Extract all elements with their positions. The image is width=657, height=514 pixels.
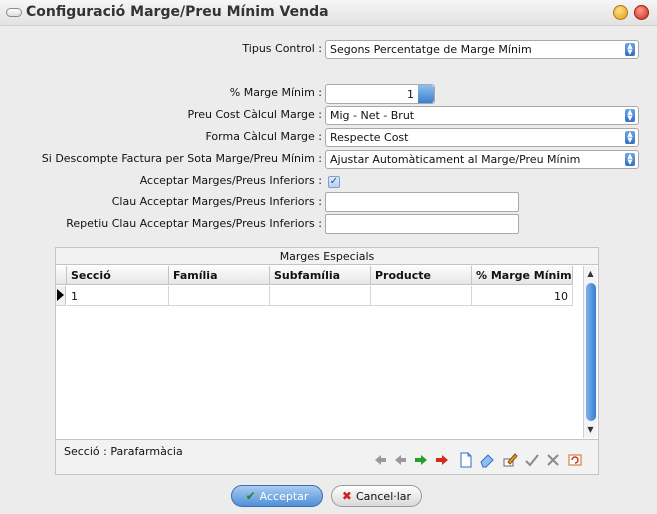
refresh-icon[interactable] <box>566 451 584 469</box>
window-title: Configuració Marge/Preu Mínim Venda <box>26 4 329 20</box>
forma-calcul-select[interactable]: Respecte Cost ▲ ▼ <box>325 128 639 147</box>
clau-acceptar-label: Clau Acceptar Marges/Preus Inferiors : <box>111 195 322 208</box>
preu-cost-select[interactable]: Mig - Net - Brut ▲ ▼ <box>325 106 639 125</box>
scroll-thumb[interactable] <box>586 283 596 421</box>
edit-icon[interactable] <box>501 451 519 469</box>
col-header-familia[interactable]: Família <box>169 266 270 285</box>
accept-button-label: Acceptar <box>259 489 309 503</box>
check-icon: ✔ <box>245 489 256 503</box>
preu-cost-label: Preu Cost Càlcul Marge : <box>187 108 322 121</box>
descompte-factura-label: Si Descompte Factura per Sota Marge/Preu… <box>41 152 322 165</box>
repetiu-clau-label: Repetiu Clau Acceptar Marges/Preus Infer… <box>66 217 322 230</box>
col-header-producte[interactable]: Producte <box>371 266 472 285</box>
close-icon[interactable] <box>634 5 649 20</box>
minimize-icon[interactable] <box>613 5 628 20</box>
marge-minim-value: 1 <box>407 88 414 101</box>
marge-minim-stepper[interactable]: 1 <box>325 84 435 104</box>
tipus-control-label: Tipus Control : <box>242 42 322 55</box>
marges-especials-panel: Marges Especials Secció Família Subfamíl… <box>55 247 599 475</box>
cell-producte[interactable] <box>371 286 472 306</box>
scroll-down-icon[interactable]: ▼ <box>584 424 597 436</box>
forma-calcul-label: Forma Càlcul Marge : <box>205 130 322 143</box>
clau-acceptar-field[interactable] <box>325 192 519 212</box>
grid-corner <box>56 266 67 285</box>
scroll-up-icon[interactable]: ▲ <box>584 268 597 280</box>
marge-minim-label: % Marge Mínim : <box>229 86 322 99</box>
cell-marge[interactable]: 10 <box>472 286 573 306</box>
col-header-subfamilia[interactable]: Subfamília <box>270 266 371 285</box>
acceptar-inferiors-checkbox[interactable]: ✓ <box>328 176 340 188</box>
tipus-control-value: Segons Percentatge de Marge Mínim <box>330 43 532 56</box>
col-header-seccio[interactable]: Secció <box>67 266 169 285</box>
close-x-icon: ✖ <box>341 489 352 503</box>
repetiu-clau-field[interactable] <box>325 214 519 234</box>
panel-title: Marges Especials <box>279 250 375 263</box>
cell-familia[interactable] <box>169 286 270 306</box>
chevron-updown-icon: ▲ ▼ <box>625 131 635 144</box>
descompte-factura-value: Ajustar Automàticament al Marge/Preu Mín… <box>330 153 581 166</box>
title-bar: Configuració Marge/Preu Mínim Venda <box>0 0 657 26</box>
descompte-factura-select[interactable]: Ajustar Automàticament al Marge/Preu Mín… <box>325 150 639 169</box>
stepper-knob[interactable] <box>418 85 434 103</box>
cancel-icon[interactable] <box>544 451 562 469</box>
row-pointer-icon <box>57 289 64 301</box>
col-header-marge[interactable]: % Marge Mínim <box>472 266 573 285</box>
cancel-button-label: Cancel·lar <box>355 489 412 503</box>
marges-grid: Secció Família Subfamília Producte % Mar… <box>56 264 598 440</box>
cell-seccio[interactable]: 1 <box>67 286 169 306</box>
forma-calcul-value: Respecte Cost <box>330 131 409 144</box>
tipus-control-select[interactable]: Segons Percentatge de Marge Mínim ▲ ▼ <box>325 40 639 59</box>
config-window: Configuració Marge/Preu Mínim Venda Tipu… <box>0 0 657 514</box>
status-text: Secció : Parafarmàcia <box>64 445 183 458</box>
chevron-updown-icon: ▲ ▼ <box>625 43 635 56</box>
last-icon[interactable] <box>433 451 451 469</box>
chevron-updown-icon: ▲ ▼ <box>625 153 635 166</box>
accept-button[interactable]: ✔ Acceptar <box>231 485 323 507</box>
cancel-button[interactable]: ✖ Cancel·lar <box>331 485 422 507</box>
next-icon[interactable] <box>412 451 430 469</box>
new-icon[interactable] <box>457 451 475 469</box>
first-icon[interactable] <box>370 451 388 469</box>
cell-subfamilia[interactable] <box>270 286 371 306</box>
chevron-updown-icon: ▲ ▼ <box>625 109 635 122</box>
acceptar-inferiors-label: Acceptar Marges/Preus Inferiors : <box>139 174 322 187</box>
confirm-icon[interactable] <box>523 451 541 469</box>
row-indicator <box>56 286 66 306</box>
grid-scrollbar[interactable]: ▲ ▼ <box>583 266 597 438</box>
prev-icon[interactable] <box>391 451 409 469</box>
preu-cost-value: Mig - Net - Brut <box>330 109 415 122</box>
window-menu-icon[interactable] <box>6 8 22 17</box>
erase-icon[interactable] <box>478 451 496 469</box>
